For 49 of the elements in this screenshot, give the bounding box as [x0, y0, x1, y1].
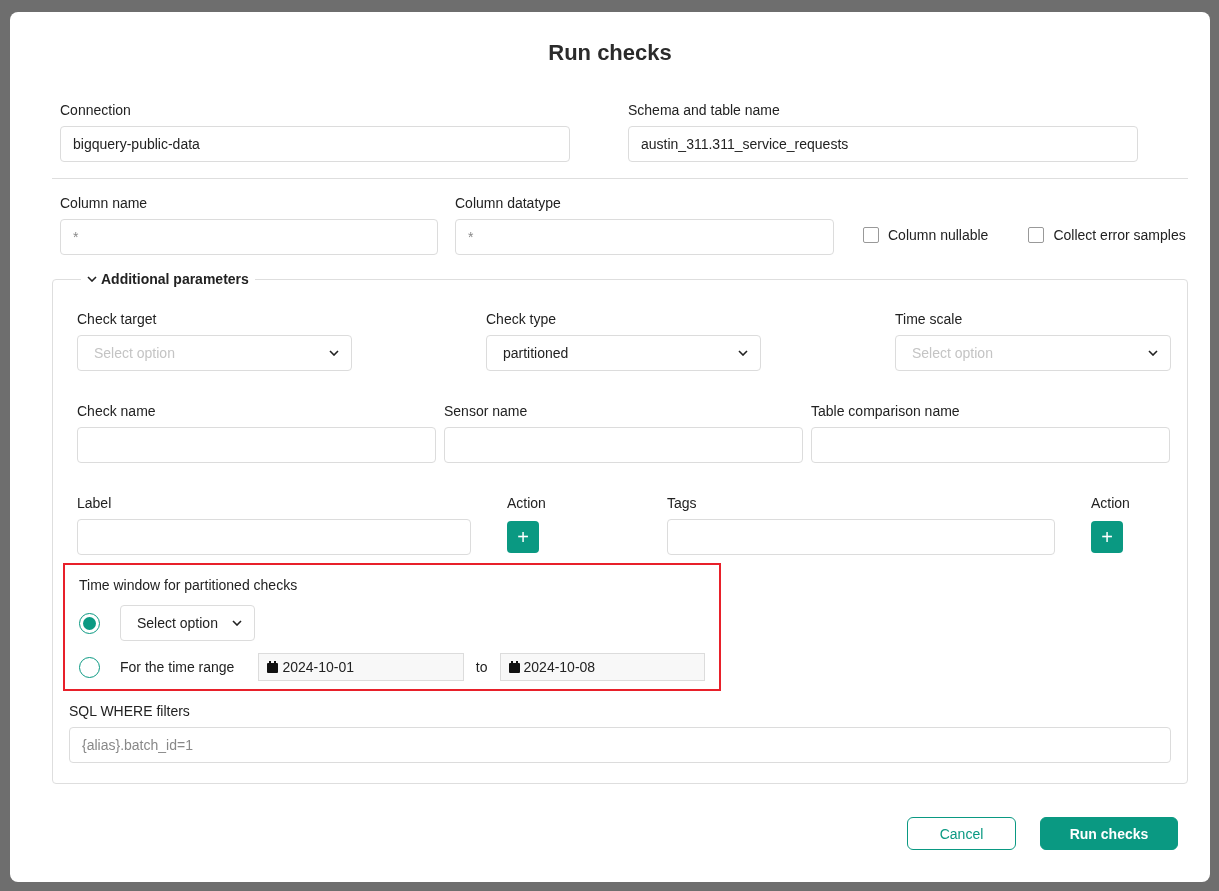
chevron-down-icon — [87, 276, 97, 282]
checkbox[interactable] — [1028, 227, 1045, 243]
date-field[interactable]: 2024-10-01 — [258, 653, 464, 681]
chevron-down-icon — [329, 350, 339, 356]
add-button[interactable]: + — [507, 521, 539, 553]
field-label: Action — [507, 495, 547, 511]
text-field[interactable] — [811, 427, 1170, 463]
field-label: Tags — [667, 495, 698, 511]
dialog-title: Run checks — [547, 40, 673, 66]
text-field[interactable] — [77, 427, 436, 463]
submit-button[interactable]: Run checks — [1040, 817, 1178, 850]
field-label: Column name — [60, 195, 149, 211]
checkbox[interactable] — [863, 227, 879, 243]
select-field[interactable]: Select option — [120, 605, 255, 641]
section-toggle[interactable]: Additional parameters — [81, 271, 255, 287]
field-label: Table comparison name — [811, 403, 961, 419]
field-label: Connection — [60, 102, 132, 118]
field-label: Action — [1091, 495, 1131, 511]
field-label: Check target — [77, 311, 158, 327]
text-field[interactable]: bigquery-public-data — [60, 126, 570, 162]
checkbox-option[interactable]: Collect error samples — [1028, 227, 1186, 243]
field-label: Check type — [486, 311, 558, 327]
chevron-down-icon — [738, 350, 748, 356]
option-label: For the time range — [120, 659, 235, 675]
text-field[interactable]: austin_311.311_service_requests — [628, 126, 1138, 162]
calendar-icon — [267, 661, 279, 673]
calendar-icon — [508, 661, 520, 673]
text-field[interactable] — [667, 519, 1055, 555]
chevron-down-icon — [1148, 350, 1158, 356]
select-field[interactable]: partitioned — [486, 335, 761, 371]
date-field[interactable]: 2024-10-08 — [499, 653, 705, 681]
field-label: Column datatype — [455, 195, 562, 211]
field-label: Check name — [77, 403, 157, 419]
text-field[interactable] — [77, 519, 471, 555]
range-separator: to — [475, 659, 488, 675]
text-field[interactable]: * — [455, 219, 834, 255]
text-field[interactable] — [444, 427, 803, 463]
field-label: Time window for partitioned checks — [79, 577, 299, 593]
field-label: Schema and table name — [628, 102, 781, 118]
chevron-down-icon — [231, 620, 242, 626]
checkbox-option[interactable]: Column nullable — [863, 227, 989, 243]
field-label: Time scale — [895, 311, 964, 327]
add-button[interactable]: + — [1091, 521, 1123, 553]
text-field[interactable]: {alias}.batch_id=1 — [69, 727, 1171, 763]
cancel-button[interactable]: Cancel — [907, 817, 1016, 850]
field-label: Sensor name — [444, 403, 529, 419]
field-label: SQL WHERE filters — [69, 703, 191, 719]
field-label: Label — [77, 495, 113, 511]
text-field[interactable]: * — [60, 219, 438, 255]
